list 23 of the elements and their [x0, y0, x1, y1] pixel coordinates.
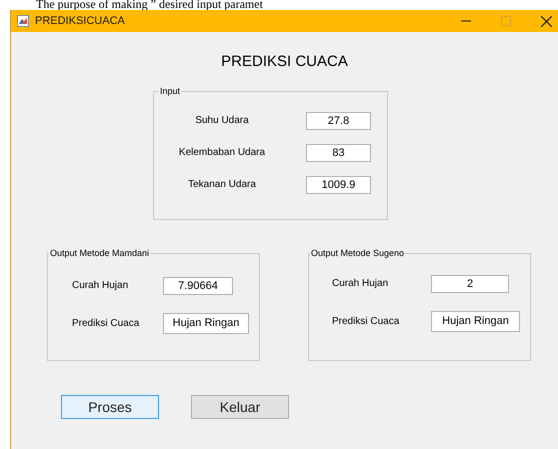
window-title: PREDIKSICUACA — [35, 14, 125, 29]
panel-title: Output Metode Sugeno — [310, 247, 406, 260]
field-label: Tekanan Udara — [187, 178, 257, 192]
text-field[interactable]: 83 — [306, 144, 371, 162]
text-field[interactable]: 7.90664 — [163, 276, 233, 294]
text-field[interactable]: Hujan Ringan — [431, 310, 520, 332]
field-label: Prediksi Cuaca — [72, 316, 140, 330]
panel-title: Output Metode Mamdani — [49, 247, 150, 260]
field-label: Kelembaban Udara — [178, 146, 266, 160]
field-label: Curah Hujan — [332, 277, 390, 291]
field-label: Curah Hujan — [72, 279, 130, 293]
action-button[interactable]: Proses — [61, 395, 159, 419]
panel-title: Input — [159, 85, 182, 98]
text-field[interactable]: 1009.9 — [306, 176, 371, 194]
text-field[interactable]: 2 — [431, 274, 509, 292]
app-heading: PREDIKSI CUACA — [221, 54, 348, 69]
close-icon[interactable] — [541, 16, 552, 26]
app-icon — [17, 15, 29, 27]
field-label: Suhu Udara — [194, 114, 250, 128]
text-field[interactable]: 27.8 — [306, 112, 371, 130]
field-label: Prediksi Cuaca — [332, 314, 400, 328]
action-button[interactable]: Keluar — [191, 395, 289, 419]
text-field[interactable]: Hujan Ringan — [163, 312, 249, 334]
